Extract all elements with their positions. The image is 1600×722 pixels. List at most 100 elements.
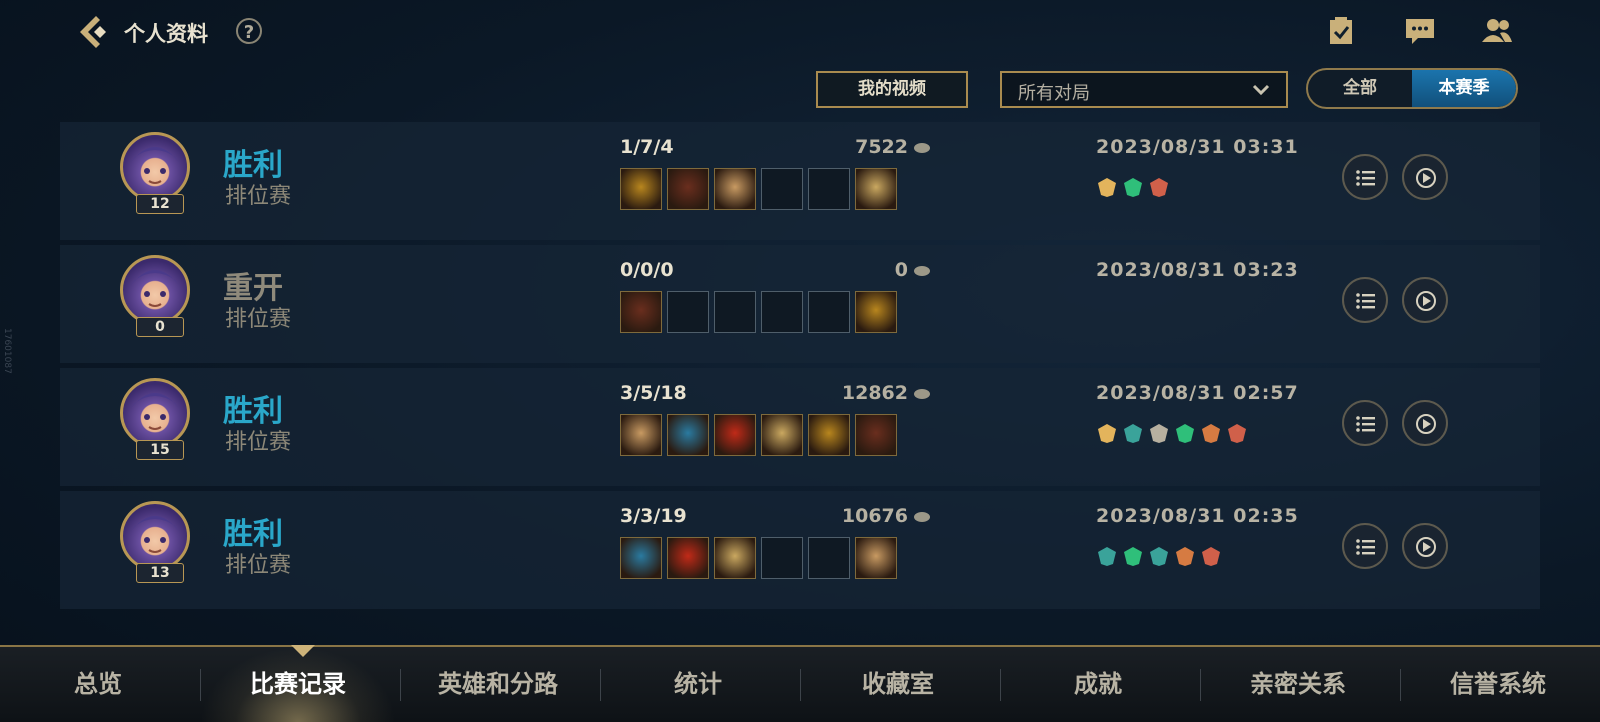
match-row[interactable]: 13 胜利 排位赛 3/3/19 10676 2023/08/31 02:35 — [60, 491, 1540, 609]
tab-divider — [1400, 669, 1401, 701]
match-details-button[interactable] — [1342, 277, 1388, 323]
champion-avatar — [120, 378, 190, 448]
beast-badge-icon — [1148, 176, 1170, 198]
match-date: 2023/08/31 02:57 — [1096, 382, 1299, 404]
match-row[interactable]: 0 重开 排位赛 0/0/0 0 2023/08/31 03:23 — [60, 245, 1540, 363]
replay-icon — [1416, 414, 1436, 434]
match-type-select[interactable]: 所有对局 — [1000, 71, 1288, 108]
item-icon[interactable] — [620, 291, 662, 333]
item-icon[interactable] — [808, 414, 850, 456]
tab-0[interactable]: 总览 — [0, 647, 196, 722]
champion-level-badge: 0 — [136, 317, 184, 337]
tab-divider — [600, 669, 601, 701]
tab-7[interactable]: 信誉系统 — [1400, 647, 1596, 722]
gold-coin-icon — [914, 511, 930, 522]
friends-icon[interactable] — [1480, 16, 1516, 48]
item-icon[interactable] — [714, 537, 756, 579]
tab-3[interactable]: 统计 — [600, 647, 796, 722]
gold-coin-icon — [914, 265, 930, 276]
shield-badge-icon — [1122, 422, 1144, 444]
toggle-all[interactable]: 全部 — [1308, 70, 1412, 107]
tab-divider — [400, 669, 401, 701]
item-icon[interactable] — [855, 537, 897, 579]
beast-badge-icon — [1200, 545, 1222, 567]
top-bar: 个人资料 ? — [0, 0, 1600, 64]
match-replay-button[interactable] — [1402, 277, 1448, 323]
dragon-badge-icon — [1096, 422, 1118, 444]
gold-value: 10676 — [841, 505, 908, 527]
match-date: 2023/08/31 02:35 — [1096, 505, 1299, 527]
match-replay-button[interactable] — [1402, 523, 1448, 569]
toggle-season[interactable]: 本赛季 — [1412, 70, 1516, 107]
champion-level-badge: 13 — [136, 563, 184, 583]
chain-badge-icon — [1174, 545, 1196, 567]
item-icon[interactable] — [714, 414, 756, 456]
shield-badge-icon — [1096, 545, 1118, 567]
item-icon[interactable] — [714, 168, 756, 210]
match-date: 2023/08/31 03:31 — [1096, 136, 1299, 158]
empty-item-slot[interactable] — [714, 291, 756, 333]
empty-item-slot[interactable] — [761, 291, 803, 333]
empty-item-slot[interactable] — [808, 537, 850, 579]
item-icon[interactable] — [761, 414, 803, 456]
item-icon[interactable] — [667, 414, 709, 456]
heal-badge-icon — [1122, 176, 1144, 198]
gold-earned: 0 — [800, 259, 930, 281]
chevron-down-icon — [1252, 84, 1270, 96]
tab-5[interactable]: 成就 — [1000, 647, 1196, 722]
heal-badge-icon — [1122, 545, 1144, 567]
match-details-button[interactable] — [1342, 400, 1388, 446]
empty-item-slot[interactable] — [761, 537, 803, 579]
match-details-button[interactable] — [1342, 154, 1388, 200]
list-icon — [1356, 539, 1375, 555]
tab-6[interactable]: 亲密关系 — [1200, 647, 1396, 722]
kda-score: 3/5/18 — [620, 382, 687, 404]
empty-item-slot[interactable] — [761, 168, 803, 210]
gold-coin-icon — [914, 142, 930, 153]
match-row[interactable]: 15 胜利 排位赛 3/5/18 12862 2023/08/31 02:57 — [60, 368, 1540, 486]
list-icon — [1356, 293, 1375, 309]
tab-4[interactable]: 收藏室 — [800, 647, 996, 722]
champion-avatar — [120, 132, 190, 202]
gold-coin-icon — [914, 388, 930, 399]
empty-item-slot[interactable] — [667, 291, 709, 333]
gold-earned: 7522 — [800, 136, 930, 158]
item-icon[interactable] — [620, 168, 662, 210]
watermark: 17601087 — [2, 328, 12, 374]
item-icon[interactable] — [620, 537, 662, 579]
chat-icon[interactable] — [1404, 16, 1440, 48]
champion-level-badge: 15 — [136, 440, 184, 460]
champion-level-badge: 12 — [136, 194, 184, 214]
back-arrow-icon[interactable] — [76, 14, 112, 50]
match-mode: 排位赛 — [225, 553, 292, 578]
item-icon[interactable] — [620, 414, 662, 456]
tab-divider — [1000, 669, 1001, 701]
match-row[interactable]: 12 胜利 排位赛 1/7/4 7522 2023/08/31 03:31 — [60, 122, 1540, 240]
beast-badge-icon — [1226, 422, 1248, 444]
help-icon[interactable]: ? — [236, 18, 262, 44]
bottom-nav: 总览 比赛记录 英雄和分路 统计 收藏室 成就 亲密关系 信誉系统 — [0, 645, 1600, 722]
item-icon[interactable] — [855, 168, 897, 210]
item-icon[interactable] — [855, 414, 897, 456]
season-toggle[interactable]: 全部 本赛季 — [1306, 68, 1518, 109]
my-videos-button[interactable]: 我的视频 — [816, 71, 968, 108]
chain-badge-icon — [1200, 422, 1222, 444]
tab-2[interactable]: 英雄和分路 — [400, 647, 596, 722]
match-replay-button[interactable] — [1402, 400, 1448, 446]
heal-badge-icon — [1174, 422, 1196, 444]
item-icon[interactable] — [855, 291, 897, 333]
item-icon[interactable] — [667, 168, 709, 210]
tab-1[interactable]: 比赛记录 — [200, 647, 396, 722]
empty-item-slot[interactable] — [808, 168, 850, 210]
match-details-button[interactable] — [1342, 523, 1388, 569]
kda-score: 0/0/0 — [620, 259, 674, 281]
missions-icon[interactable] — [1326, 16, 1362, 48]
kda-score: 3/3/19 — [620, 505, 687, 527]
match-type-value: 所有对局 — [1018, 83, 1090, 104]
kda-score: 1/7/4 — [620, 136, 674, 158]
empty-item-slot[interactable] — [808, 291, 850, 333]
match-replay-button[interactable] — [1402, 154, 1448, 200]
gold-value: 12862 — [841, 382, 908, 404]
gold-earned: 10676 — [800, 505, 930, 527]
item-icon[interactable] — [667, 537, 709, 579]
